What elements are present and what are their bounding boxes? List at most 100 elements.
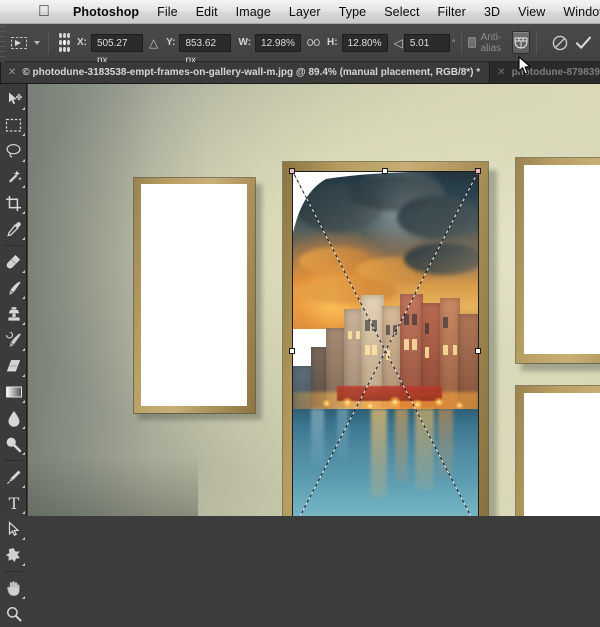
tool-flyout-indicator[interactable] — [22, 348, 25, 351]
transform-handle-top-left[interactable] — [289, 168, 295, 174]
close-icon[interactable]: ✕ — [8, 67, 16, 78]
toolbar-divider — [4, 571, 22, 572]
tool-flyout-indicator[interactable] — [22, 211, 25, 214]
empty-frame-bottom-right[interactable] — [516, 386, 600, 516]
photo-window — [425, 347, 430, 358]
path-selection-tool-icon[interactable] — [0, 516, 27, 542]
lasso-tool-icon[interactable] — [0, 138, 27, 164]
magic-wand-tool-icon[interactable] — [0, 164, 27, 190]
options-bar-grip[interactable] — [0, 23, 6, 62]
photo-window — [386, 350, 390, 360]
photo-window — [404, 339, 409, 350]
transform-handle-middle-right[interactable] — [475, 348, 481, 354]
rotation-angle-input[interactable]: 5.01 — [403, 33, 450, 52]
spot-healing-brush-tool-icon[interactable] — [0, 249, 27, 275]
document-tab-active[interactable]: ✕ © photodune-3183538-empt-frames-on-gal… — [1, 62, 491, 83]
transform-handle-middle-left[interactable] — [289, 348, 295, 354]
tool-flyout-indicator[interactable] — [22, 185, 25, 188]
divider — [48, 31, 50, 54]
document-tab-label: © photodune-3183538-empt-frames-on-galle… — [22, 67, 481, 78]
empty-frame-top-right[interactable] — [516, 158, 600, 371]
mac-menu-bar:  Photoshop File Edit Image Layer Type S… — [0, 0, 600, 24]
document-canvas[interactable] — [28, 84, 600, 516]
placed-photo-layer[interactable] — [292, 171, 479, 516]
tool-flyout-indicator[interactable] — [22, 400, 25, 403]
menu-item-filter[interactable]: Filter — [429, 5, 475, 19]
tool-flyout-indicator[interactable] — [22, 296, 25, 299]
commit-transform-checkmark-icon[interactable] — [575, 32, 592, 54]
move-tool-icon[interactable] — [0, 86, 27, 112]
divider — [535, 31, 537, 54]
close-icon[interactable]: ✕ — [497, 67, 505, 78]
crop-tool-icon[interactable] — [0, 190, 27, 216]
photo-cloud — [404, 243, 479, 275]
rectangular-marquee-tool-icon[interactable] — [0, 112, 27, 138]
menu-item-3d[interactable]: 3D — [475, 5, 509, 19]
menu-item-window[interactable]: Window — [554, 5, 600, 19]
document-tab-inactive[interactable]: ✕ photodune-879839- — [490, 62, 600, 83]
menu-item-photoshop[interactable]: Photoshop — [64, 5, 148, 19]
blur-tool-icon[interactable] — [0, 405, 27, 431]
pen-tool-icon[interactable] — [0, 464, 27, 490]
transform-handle-top-right[interactable] — [475, 168, 481, 174]
x-input[interactable]: 505.27 px — [90, 33, 143, 66]
empty-frame-left[interactable] — [134, 178, 262, 420]
tool-flyout-indicator[interactable] — [22, 374, 25, 377]
tool-preset-chevron-down-icon[interactable] — [34, 40, 41, 45]
tool-flyout-indicator[interactable] — [22, 452, 25, 455]
anti-alias-checkbox[interactable] — [468, 37, 476, 48]
tool-flyout-indicator[interactable] — [22, 563, 25, 566]
free-transform-tool-icon[interactable] — [9, 31, 29, 55]
menu-item-type[interactable]: Type — [330, 5, 376, 19]
eyedropper-tool-icon[interactable] — [0, 216, 27, 242]
tool-flyout-indicator[interactable] — [22, 322, 25, 325]
y-input[interactable]: 853.62 px — [179, 33, 232, 66]
angle-triangle-icon: ◁ — [393, 35, 403, 50]
type-tool-icon[interactable]: T — [0, 490, 27, 516]
tool-flyout-indicator[interactable] — [22, 511, 25, 514]
tool-flyout-indicator[interactable] — [22, 596, 25, 599]
tool-flyout-indicator[interactable] — [22, 270, 25, 273]
photo-reflection — [395, 409, 408, 482]
tool-flyout-indicator[interactable] — [22, 133, 25, 136]
menu-item-image[interactable]: Image — [227, 5, 280, 19]
warp-mode-icon[interactable] — [511, 31, 530, 54]
history-brush-tool-icon[interactable] — [0, 327, 27, 353]
menu-item-layer[interactable]: Layer — [280, 5, 330, 19]
brush-tool-icon[interactable] — [0, 275, 27, 301]
tools-panel: T — [0, 84, 27, 622]
toolbar-divider — [4, 460, 22, 461]
menu-item-select[interactable]: Select — [375, 5, 428, 19]
gradient-tool-icon[interactable] — [0, 379, 27, 405]
mouse-pointer-icon — [518, 56, 532, 76]
svg-text:T: T — [8, 495, 19, 511]
hand-tool-icon[interactable] — [0, 575, 27, 601]
tool-flyout-indicator[interactable] — [22, 537, 25, 540]
transform-handle-top-center[interactable] — [382, 168, 388, 174]
eraser-tool-icon[interactable] — [0, 353, 27, 379]
photo-reflection — [311, 409, 324, 465]
venice-canal-photo — [292, 171, 479, 516]
menu-item-file[interactable]: File — [148, 5, 187, 19]
dodge-tool-icon[interactable] — [0, 431, 27, 457]
tool-flyout-indicator[interactable] — [22, 159, 25, 162]
zoom-tool-icon[interactable] — [0, 601, 27, 627]
tool-flyout-indicator[interactable] — [22, 426, 25, 429]
divider — [461, 31, 463, 54]
photo-window — [348, 331, 352, 339]
photo-window — [365, 320, 370, 331]
custom-shape-tool-icon[interactable] — [0, 542, 27, 568]
tool-flyout-indicator[interactable] — [22, 107, 25, 110]
menu-item-edit[interactable]: Edit — [187, 5, 227, 19]
tool-flyout-indicator[interactable] — [22, 237, 25, 240]
link-chain-icon[interactable] — [307, 38, 320, 47]
width-input[interactable]: 12.98% — [255, 33, 302, 52]
reference-point-grid-icon[interactable] — [59, 33, 70, 52]
photo-frame-center[interactable] — [283, 162, 497, 516]
clone-stamp-tool-icon[interactable] — [0, 301, 27, 327]
menu-item-view[interactable]: View — [509, 5, 554, 19]
cancel-transform-icon[interactable] — [552, 32, 568, 54]
tool-flyout-indicator[interactable] — [22, 485, 25, 488]
height-input[interactable]: 12.80% — [341, 33, 388, 52]
apple-logo-icon[interactable]:  — [38, 2, 50, 21]
